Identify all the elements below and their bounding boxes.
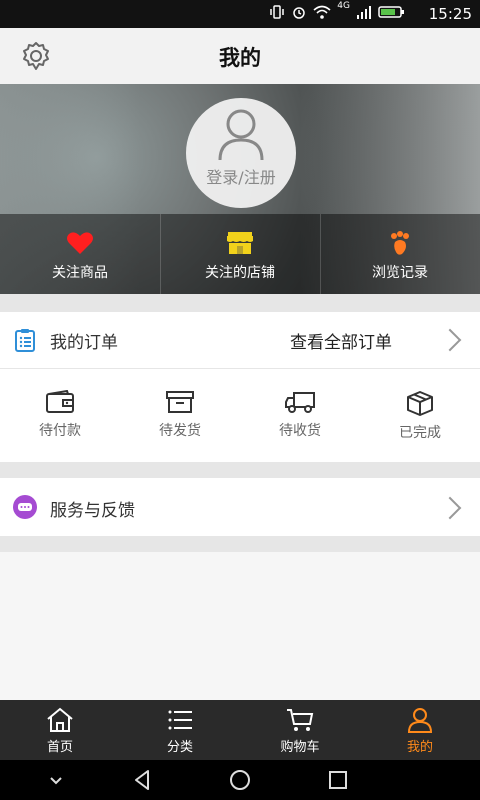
vibrate-icon [270,5,285,19]
service-feedback-row[interactable]: 服务与反馈 [0,478,480,536]
tab-label: 我的 [406,740,433,755]
wallet-icon [46,390,74,413]
section-spacer [0,294,480,312]
chevron-right-icon [438,328,462,352]
system-nav-bar [0,760,480,800]
follow-stores-button[interactable]: 关注的店铺 [160,230,320,282]
orders-header[interactable]: 我的订单 查看全部订单 [0,312,480,369]
delivery-truck-icon [285,392,315,413]
status-bar: 4G 15:25 [0,0,480,28]
status-icons: 4G [269,1,406,20]
status-time: 15:25 [428,5,472,23]
clipboard-list-icon [15,329,35,352]
signal-icon [357,6,371,19]
orders-card: 我的订单 查看全部订单 待付款 待发货 待收货 已完成 [0,312,480,462]
package-box-icon [407,391,433,416]
order-status-label: 已完成 [399,425,441,441]
tab-label: 首页 [46,740,73,755]
home-circle-icon[interactable] [228,768,252,792]
order-status-label: 待付款 [39,423,81,439]
view-all-orders-link[interactable]: 查看全部订单 [290,328,392,353]
alarm-icon [293,7,306,19]
login-register-text: 登录/注册 [206,168,276,187]
tab-categories[interactable]: 分类 [120,700,240,760]
section-spacer [0,462,480,478]
tab-home[interactable]: 首页 [0,700,120,760]
order-status-to-receive[interactable]: 待收货 [240,390,360,440]
archive-box-icon [166,391,194,413]
cart-icon [287,709,314,731]
chat-bubble-icon [13,495,37,519]
browse-history-label: 浏览记录 [372,265,428,281]
page-title: 我的 [219,46,261,70]
follow-stores-label: 关注的店铺 [205,265,275,281]
recents-icon[interactable] [326,768,350,792]
browse-history-button[interactable]: 浏览记录 [320,230,480,282]
follow-products-label: 关注商品 [52,265,108,281]
order-status-label: 待发货 [159,423,201,439]
login-avatar-button[interactable]: 登录/注册 [186,98,296,208]
list-icon [168,710,192,730]
tab-label: 购物车 [280,740,320,755]
network-type: 4G [337,1,350,11]
tab-cart[interactable]: 购物车 [240,700,360,760]
title-bar: 我的 [0,28,480,85]
battery-icon [378,6,404,18]
down-icon[interactable] [48,774,64,786]
service-feedback-title: 服务与反馈 [50,501,135,521]
order-status-to-ship[interactable]: 待发货 [120,390,240,440]
store-icon [227,232,253,254]
chevron-right-icon [438,496,462,520]
tab-label: 分类 [166,740,193,755]
tab-mine[interactable]: 我的 [360,700,480,760]
footprint-icon [391,231,409,255]
back-icon[interactable] [130,768,154,792]
bottom-tab-bar: 首页 分类 购物车 我的 [0,700,480,760]
heart-icon [67,232,93,254]
order-status-pending-payment[interactable]: 待付款 [0,390,120,440]
user-outline-icon [218,109,264,161]
order-status-completed[interactable]: 已完成 [360,390,480,442]
section-spacer [0,536,480,552]
home-icon [47,707,73,732]
orders-title: 我的订单 [50,333,118,353]
follow-products-button[interactable]: 关注商品 [0,230,160,282]
user-icon [407,708,433,733]
order-status-label: 待收货 [279,423,321,439]
wifi-icon [313,5,331,19]
